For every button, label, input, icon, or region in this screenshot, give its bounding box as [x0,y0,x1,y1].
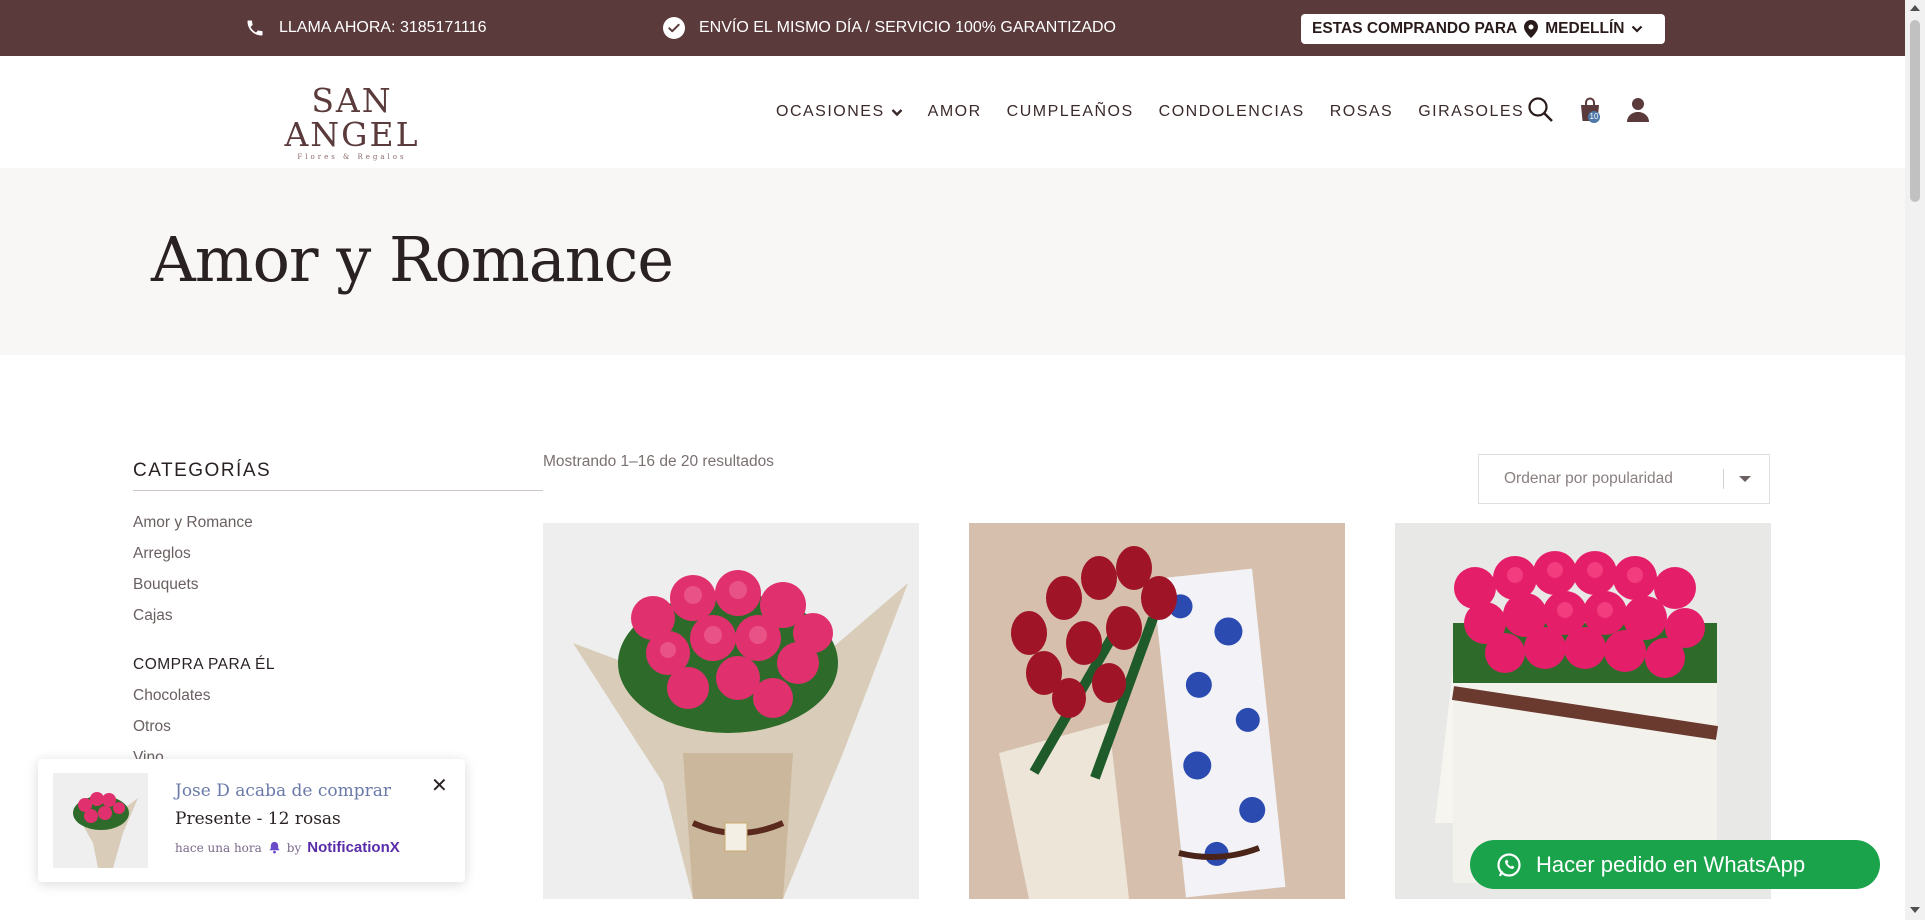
user-icon[interactable] [1626,97,1650,123]
page-hero: Amor y Romance [0,168,1905,355]
product-image-pink-bouquet [543,523,919,899]
scroll-down-icon[interactable] [1910,907,1920,913]
phone-text: LLAMA AHORA: 3185171116 [279,19,487,36]
check-icon [663,17,685,39]
site-logo[interactable]: SAN ANGEL Flores & Regalos [247,81,457,162]
sort-select[interactable]: Ordenar por popularidad [1478,454,1770,504]
notification-by: by [286,840,302,855]
purchase-notification[interactable]: Jose D acaba de comprar Presente - 12 ro… [38,759,465,882]
whatsapp-icon [1497,852,1521,877]
nav-ocasiones-label: OCASIONES [776,103,885,120]
category-amor-y-romance[interactable]: Amor y Romance [133,507,543,538]
category-cajas[interactable]: Cajas [133,600,543,631]
shipping-notice: ENVÍO EL MISMO DÍA / SERVICIO 100% GARAN… [663,0,1116,56]
close-icon[interactable]: ✕ [431,773,448,798]
product-image-red-roses-box [969,523,1345,899]
product-card-1[interactable] [543,523,919,899]
nav-cumpleanos[interactable]: CUMPLEAÑOS [1007,103,1134,121]
city-prefix: ESTAS COMPRANDO PARA [1312,20,1518,37]
logo-tagline: Flores & Regalos [297,153,407,161]
category-bouquets[interactable]: Bouquets [133,569,543,600]
notification-line2: Presente - 12 rosas [175,809,341,829]
chevron-down-icon [1632,25,1643,33]
cart-button[interactable]: 10 [1578,97,1602,123]
sidebar-subtitle: COMPRA PARA ÉL [133,656,275,673]
cart-count: 10 [1588,110,1600,123]
results-count: Mostrando 1–16 de 20 resultados [543,453,774,470]
nav-amor[interactable]: AMOR [928,103,982,121]
site-header: SAN ANGEL Flores & Regalos OCASIONES AMO… [0,56,1905,168]
caret-down-icon [1739,476,1751,482]
bell-icon [269,841,280,854]
nav-rosas[interactable]: ROSAS [1330,103,1394,121]
city-value: MEDELLÍN [1545,20,1625,37]
product-card-2[interactable] [969,523,1345,899]
nav-condolencias[interactable]: CONDOLENCIAS [1159,103,1305,121]
whatsapp-label: Hacer pedido en WhatsApp [1536,851,1806,877]
notification-brand[interactable]: NotificationX [307,839,400,856]
notification-line1: Jose D acaba de comprar [175,781,391,801]
category-otros[interactable]: Otros [133,711,543,742]
main-nav: OCASIONES AMOR CUMPLEAÑOS CONDOLENCIAS R… [776,56,1524,168]
top-bar: LLAMA AHORA: 3185171116 ENVÍO EL MISMO D… [0,0,1905,56]
city-selector[interactable]: ESTAS COMPRANDO PARA MEDELLÍN [1301,14,1665,44]
notification-time: hace una hora [175,840,262,855]
scroll-thumb[interactable] [1910,20,1920,202]
sidebar-title: CATEGORÍAS [133,460,543,491]
phone-link[interactable]: LLAMA AHORA: 3185171116 [245,0,487,56]
logo-name: SAN ANGEL [284,81,420,154]
map-pin-icon [1524,20,1539,38]
scroll-up-icon[interactable] [1910,5,1920,11]
category-arreglos[interactable]: Arreglos [133,538,543,569]
page-title: Amor y Romance [151,223,674,296]
category-chocolates[interactable]: Chocolates [133,680,543,711]
header-icons: 10 [1527,96,1650,123]
category-list: Amor y Romance Arreglos Bouquets Cajas [133,507,543,631]
nav-ocasiones[interactable]: OCASIONES [776,103,903,121]
page-scrollbar[interactable] [1905,0,1925,920]
notification-thumbnail [53,773,148,868]
phone-icon [247,20,263,36]
notification-meta: hace una hora by NotificationX [175,839,400,856]
sort-label: Ordenar por popularidad [1504,470,1673,487]
whatsapp-order-button[interactable]: Hacer pedido en WhatsApp [1470,840,1880,889]
sort-divider [1723,469,1724,489]
chevron-down-icon [891,108,902,116]
search-icon[interactable] [1527,96,1554,123]
nav-girasoles[interactable]: GIRASOLES [1418,103,1524,121]
shipping-text: ENVÍO EL MISMO DÍA / SERVICIO 100% GARAN… [699,19,1116,36]
